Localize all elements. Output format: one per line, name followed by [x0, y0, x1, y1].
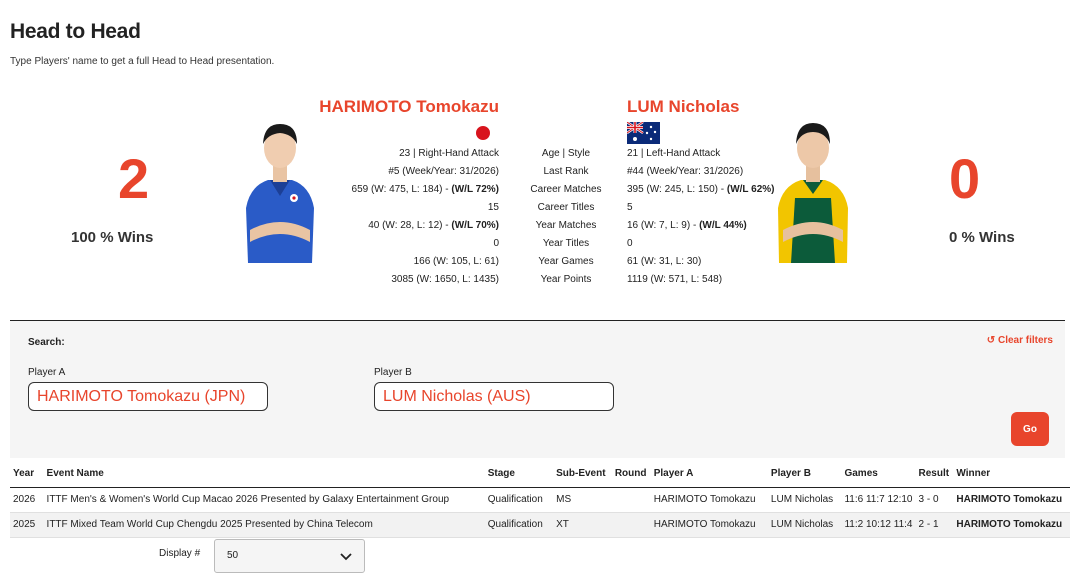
reset-icon: ↺ — [986, 335, 996, 346]
player-b-win-count: 0 — [949, 147, 981, 210]
stat-labels: Age | Style Last Rank Career Matches Car… — [521, 145, 611, 289]
player-a-career-titles: 15 — [487, 202, 499, 213]
player-a-career-matches: 659 (W: 475, L: 184) - (W/L 72%) — [351, 184, 499, 195]
player-b-career-wl: (W/L 62%) — [726, 184, 775, 195]
go-button[interactable]: Go — [1011, 412, 1049, 446]
player-a-year-titles: 0 — [493, 238, 499, 249]
player-b-year-points: 1119 (W: 571, L: 548) — [627, 274, 723, 285]
player-a-year-points: 3085 (W: 1650, L: 1435) — [391, 274, 499, 285]
player-a-input[interactable] — [28, 382, 268, 411]
player-b-year-wl: (W/L 44%) — [699, 220, 747, 231]
column-header[interactable]: Event Name — [43, 460, 485, 488]
player-b-year-games: 61 (W: 31, L: 30) — [627, 256, 702, 267]
player-a-last-rank: #5 (Week/Year: 31/2026) — [388, 166, 499, 177]
player-b-field-label: Player B — [374, 367, 412, 378]
cell-event-name: ITTF Mixed Team World Cup Chengdu 2025 P… — [43, 512, 485, 538]
search-label: Search: — [28, 337, 65, 348]
player-a-career-wl: (W/L 72%) — [451, 184, 499, 195]
display-count-value: 50 — [227, 550, 239, 561]
clear-filters-label: Clear filters — [997, 335, 1053, 346]
cell-player-b-link[interactable]: LUM Nicholas — [767, 512, 842, 538]
player-b-photo — [773, 118, 853, 263]
australia-flag-icon — [627, 122, 660, 144]
cell-stage: Qualification — [484, 512, 554, 538]
player-a-photo — [240, 118, 320, 263]
player-b-year-matches: 16 (W: 7, L: 9) - (W/L 44%) — [627, 220, 747, 231]
column-header[interactable]: Year — [10, 460, 44, 488]
display-count-select[interactable]: 50 — [214, 539, 365, 573]
player-a-year-wl: (W/L 70%) — [451, 220, 499, 231]
stat-label: Year Titles — [542, 238, 590, 249]
cell-player-b-link[interactable]: LUM Nicholas — [767, 487, 842, 513]
player-b-career-matches: 395 (W: 245, L: 150) - (W/L 62%) — [627, 184, 775, 195]
cell-event-name: ITTF Men's & Women's World Cup Macao 202… — [43, 487, 485, 513]
cell-winner: HARIMOTO Tomokazu — [953, 487, 1070, 513]
column-header[interactable]: Games — [841, 460, 916, 488]
column-header[interactable]: Round — [611, 460, 651, 488]
cell-player-a-link[interactable]: HARIMOTO Tomokazu — [650, 512, 768, 538]
cell-result: 3 - 0 — [915, 487, 954, 513]
stat-label: Year Games — [538, 256, 594, 267]
player-a-stats: 23 | Right-Hand Attack #5 (Week/Year: 31… — [352, 145, 499, 289]
player-b-name[interactable]: LUM Nicholas — [627, 97, 739, 117]
player-b-input[interactable] — [374, 382, 614, 411]
cell-player-a-link[interactable]: HARIMOTO Tomokazu — [650, 487, 768, 513]
column-header[interactable]: Stage — [484, 460, 554, 488]
player-a-win-percent: 100 % Wins — [71, 229, 154, 246]
column-header[interactable]: Winner — [953, 460, 1070, 488]
results-table: Year Event Name Stage Sub-Event Round Pl… — [10, 460, 1070, 538]
cell-round — [611, 512, 651, 538]
player-b-stats: 21 | Left-Hand Attack #44 (Week/Year: 31… — [627, 145, 774, 289]
cell-result: 2 - 1 — [915, 512, 954, 538]
cell-games: 11:2 10:12 11:4 — [841, 512, 916, 538]
player-a-win-count: 2 — [118, 147, 150, 210]
column-header[interactable]: Player A — [650, 460, 768, 488]
stat-label: Age | Style — [541, 148, 591, 159]
japan-flag-icon — [476, 126, 490, 140]
player-b-win-percent: 0 % Wins — [949, 229, 1015, 246]
column-header[interactable]: Result — [915, 460, 954, 488]
table-header-row: Year Event Name Stage Sub-Event Round Pl… — [10, 460, 1070, 488]
player-a-age-style: 23 | Right-Hand Attack — [399, 148, 499, 159]
stat-label: Last Rank — [543, 166, 589, 177]
cell-sub-event: MS — [553, 487, 612, 513]
page-subtitle: Type Players' name to get a full Head to… — [10, 56, 275, 67]
cell-year: 2026 — [10, 487, 44, 513]
player-a-year-games: 166 (W: 105, L: 61) — [413, 256, 499, 267]
stat-label: Year Points — [540, 274, 592, 285]
page-title: Head to Head — [10, 20, 141, 43]
display-count-label: Display # — [159, 548, 201, 559]
table-row: 2025 ITTF Mixed Team World Cup Chengdu 2… — [10, 512, 1070, 538]
player-b-year-titles: 0 — [627, 238, 633, 249]
table-row: 2026 ITTF Men's & Women's World Cup Maca… — [10, 487, 1070, 513]
cell-sub-event: XT — [553, 512, 612, 538]
column-header[interactable]: Player B — [767, 460, 842, 488]
cell-round — [611, 487, 651, 513]
column-header[interactable]: Sub-Event — [553, 460, 612, 488]
search-filter-panel: Search: ↺ Clear filters Player A Player … — [10, 320, 1065, 458]
stat-label: Career Matches — [530, 184, 602, 195]
clear-filters-button[interactable]: ↺ Clear filters — [987, 335, 1053, 346]
player-b-age-style: 21 | Left-Hand Attack — [627, 148, 721, 159]
player-b-career-titles: 5 — [627, 202, 633, 213]
player-a-year-matches: 40 (W: 28, L: 12) - (W/L 70%) — [368, 220, 499, 231]
stat-label: Career Titles — [537, 202, 595, 213]
cell-year: 2025 — [10, 512, 44, 538]
stat-label: Year Matches — [535, 220, 597, 231]
player-a-field-label: Player A — [28, 367, 66, 378]
player-a-name[interactable]: HARIMOTO Tomokazu — [319, 97, 499, 117]
cell-winner: HARIMOTO Tomokazu — [953, 512, 1070, 538]
cell-stage: Qualification — [484, 487, 554, 513]
cell-games: 11:6 11:7 12:10 — [841, 487, 916, 513]
player-b-last-rank: #44 (Week/Year: 31/2026) — [627, 166, 744, 177]
chevron-down-icon — [340, 553, 352, 561]
